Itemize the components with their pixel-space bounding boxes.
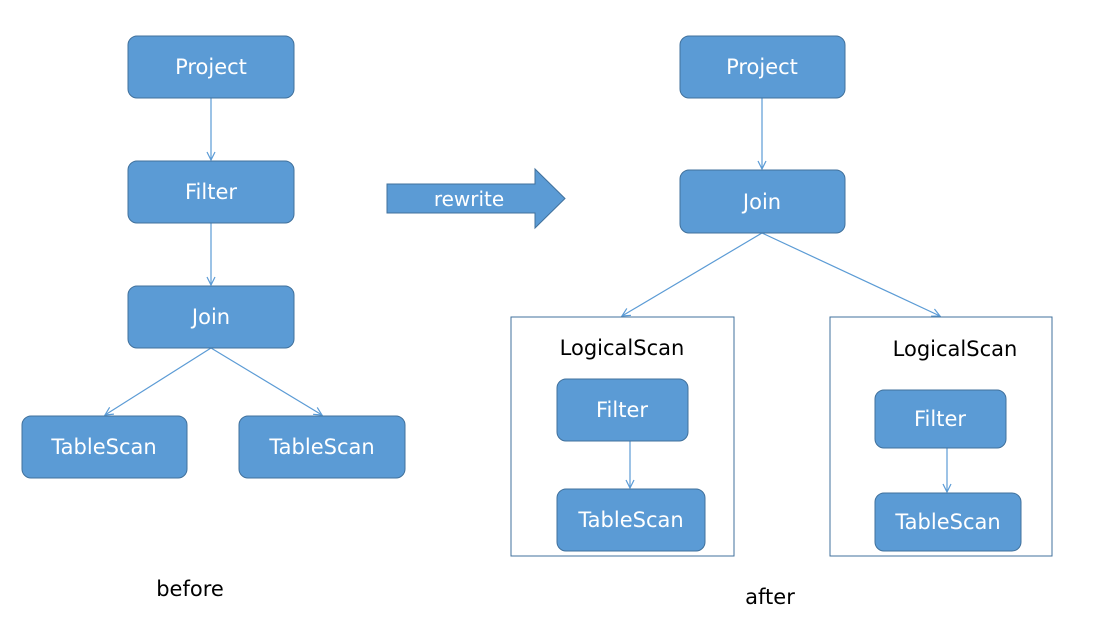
node-label: TableScan xyxy=(577,508,683,532)
node-join: Join xyxy=(127,285,295,349)
node-label: TableScan xyxy=(894,510,1000,534)
node-label: Project xyxy=(726,55,798,79)
before-plan: Project Filter Join TableScan TableScan … xyxy=(21,35,406,601)
group-title: LogicalScan xyxy=(560,336,685,360)
logicalscan-group-right: LogicalScan Filter TableScan xyxy=(829,316,1053,557)
edge-join-tablescan-left xyxy=(105,347,212,415)
edge-join-logicalscan-left xyxy=(622,232,763,316)
node-project: Project xyxy=(127,35,295,99)
after-caption: after xyxy=(745,585,795,609)
node-project: Project xyxy=(679,35,846,99)
node-label: Join xyxy=(741,190,781,214)
rewrite-label: rewrite xyxy=(434,187,504,211)
logicalscan-group-left: LogicalScan Filter TableScan xyxy=(510,316,735,557)
node-tablescan: TableScan xyxy=(874,492,1022,552)
node-join: Join xyxy=(679,169,846,234)
rewrite-arrow: rewrite xyxy=(386,167,566,230)
node-tablescan: TableScan xyxy=(556,488,706,552)
before-caption: before xyxy=(156,577,224,601)
node-filter: Filter xyxy=(127,160,295,224)
node-tablescan-left: TableScan xyxy=(21,415,188,479)
node-label: Filter xyxy=(185,180,237,204)
query-plan-diagram: Project Filter Join TableScan TableScan … xyxy=(21,35,1053,609)
node-label: Filter xyxy=(596,398,648,422)
node-label: Project xyxy=(175,55,247,79)
node-tablescan-right: TableScan xyxy=(238,415,406,479)
after-plan: Project Join LogicalScan Filter TableSca… xyxy=(510,35,1053,609)
node-label: TableScan xyxy=(268,435,374,459)
node-filter: Filter xyxy=(874,389,1007,449)
edge-join-logicalscan-right xyxy=(761,232,940,316)
edge-join-tablescan-right xyxy=(210,347,322,415)
node-filter: Filter xyxy=(556,378,689,442)
group-title: LogicalScan xyxy=(893,337,1018,361)
node-label: Join xyxy=(190,305,230,329)
node-label: Filter xyxy=(914,407,966,431)
node-label: TableScan xyxy=(50,435,156,459)
